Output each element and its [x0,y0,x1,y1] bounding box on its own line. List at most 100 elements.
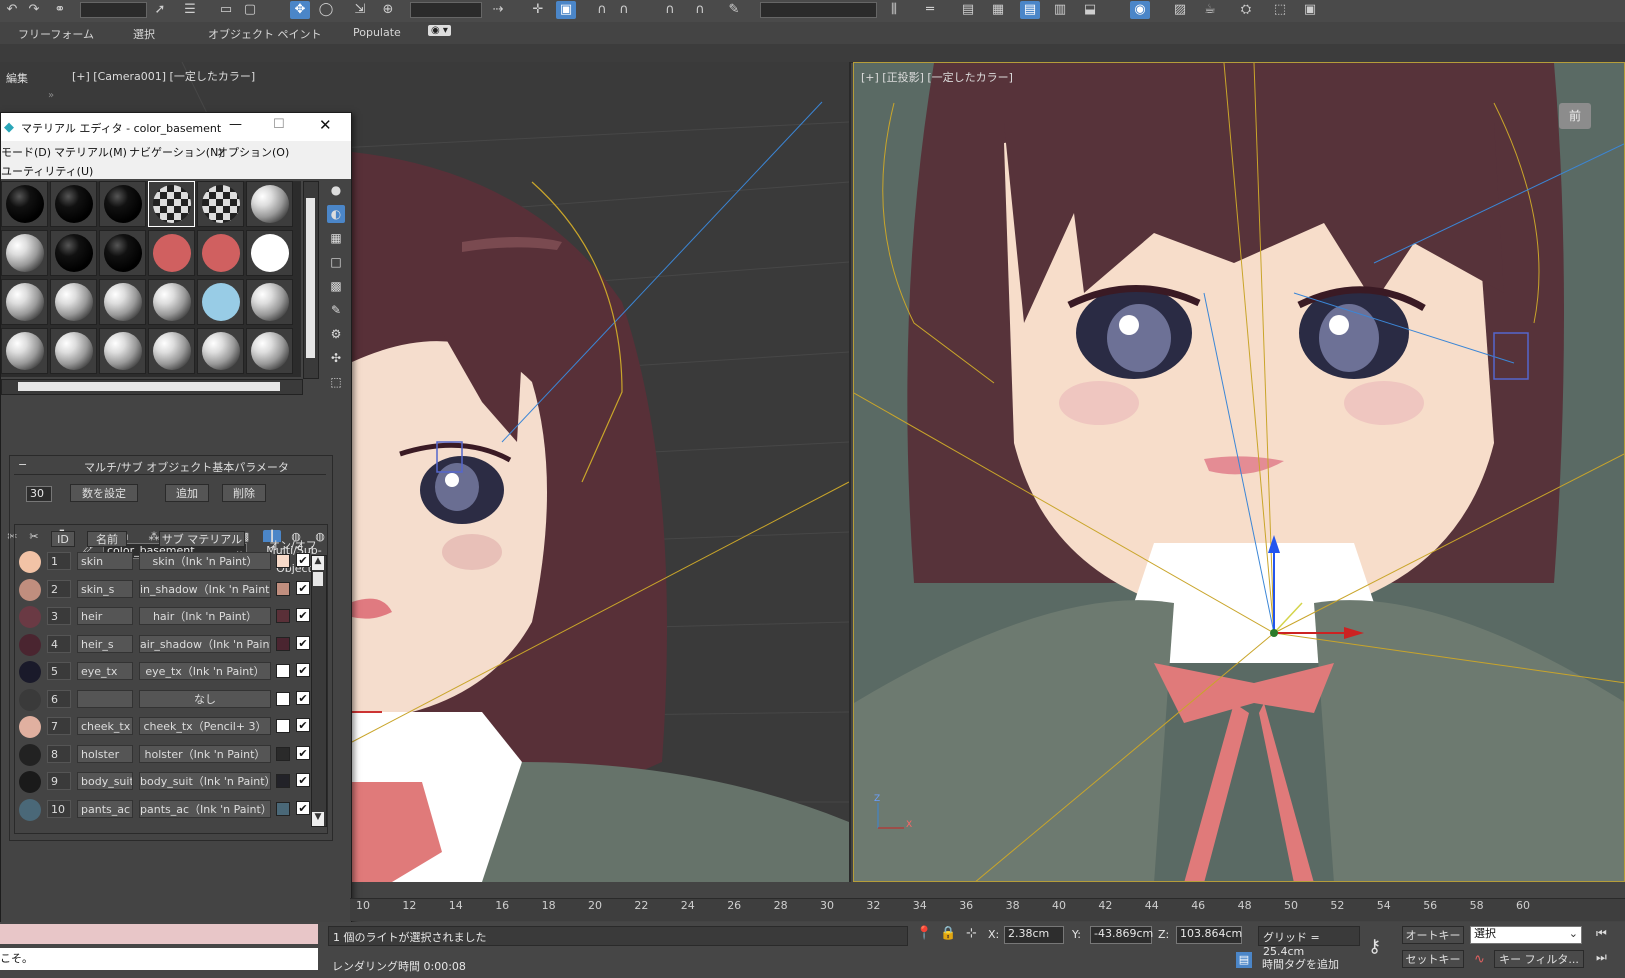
sample-slot[interactable] [148,328,195,374]
absolute-mode-icon[interactable]: ⊹ [966,926,977,941]
backlight-icon[interactable]: ◐ [327,205,345,223]
rollout-header[interactable]: − マルチ/サブ オブジェクト基本パラメータ [14,458,326,475]
sub-material-id[interactable]: 6 [47,689,71,708]
sub-material-color-swatch[interactable] [276,554,290,568]
sample-slot[interactable] [197,230,244,276]
sample-uv-icon[interactable]: □ [327,253,345,271]
sub-material-id[interactable]: 1 [47,552,71,570]
sample-slot[interactable] [197,279,244,325]
named-selection-dropdown[interactable] [760,2,877,18]
sample-slot[interactable] [99,328,146,374]
expand-chevron-icon[interactable]: » [48,90,54,101]
sample-slot[interactable] [50,279,97,325]
camera-viewport-label[interactable]: [+] [Camera001] [一定したカラー] [72,68,255,84]
chevron-down-icon[interactable]: ⌄ [1569,927,1578,941]
sub-material-button[interactable]: in_shadow（Ink 'n Paint） [139,579,271,598]
schematic-icon[interactable]: ▥ [1050,1,1070,19]
sample-slot-active[interactable] [148,181,195,227]
sub-material-color-swatch[interactable] [276,774,290,788]
key-icon[interactable]: ⚷ [1368,936,1381,957]
sub-material-name-field[interactable]: heir [77,607,133,625]
set-key-button[interactable]: セットキー [1402,950,1464,968]
sub-material-color-swatch[interactable] [276,746,290,761]
sub-material-button[interactable]: skin（Ink 'n Paint） [139,552,271,570]
sample-slot[interactable] [148,279,195,325]
align-icon[interactable]: ═ [920,1,940,19]
sub-material-row[interactable]: 9 body_suit body_suit（Ink 'n Paint） ✔ [19,769,319,795]
sub-material-color-swatch[interactable] [276,801,290,816]
sub-material-id[interactable]: 8 [47,744,71,763]
sub-material-thumbnail[interactable] [19,743,41,766]
spinner-snap-icon[interactable]: ∩ [660,1,680,19]
sample-slot[interactable] [50,328,97,374]
sample-slot[interactable] [1,230,48,276]
sample-slot[interactable] [197,181,244,227]
ribbon-options-icon[interactable]: ◉ ▾ [428,25,451,36]
scroll-down-icon[interactable]: ▼ [312,812,324,826]
timeline-ruler[interactable]: 10 12 14 16 18 20 22 24 26 28 30 32 34 36 38 40 42 44 46 48… [350,898,1625,921]
select-by-material-icon[interactable]: ✣ [327,349,345,367]
curve-editor-icon[interactable]: ▤ [1020,1,1040,19]
sub-material-thumbnail[interactable] [19,551,41,573]
sort-by-name-button[interactable]: 名前 [87,531,127,547]
rotate-icon[interactable]: ◯ [316,1,336,19]
move-icon[interactable]: ✥ [290,1,310,19]
ribbon-icon[interactable]: ▦ [988,1,1008,19]
sub-material-row[interactable]: 6 なし ✔ [19,687,319,713]
sub-material-name-field[interactable]: cheek_tx [77,717,133,735]
key-filters-button[interactable]: キー フィルタ... [1494,950,1584,968]
sample-slot[interactable] [246,230,293,276]
key-selection-dropdown[interactable]: 選択 ⌄ [1470,926,1582,944]
delete-button[interactable]: 削除 [222,484,266,502]
sub-material-name-field[interactable] [77,689,133,708]
pivot-icon[interactable]: ⊕ [378,1,398,19]
material-editor-icon[interactable]: ◉ [1130,1,1150,19]
sub-material-name-field[interactable]: skin [77,552,133,570]
sample-slot[interactable] [50,181,97,227]
sample-slot[interactable] [99,181,146,227]
key-mode-icon[interactable]: ⏭ [1596,950,1607,965]
sub-material-thumbnail[interactable] [19,633,41,656]
menu-navigation[interactable]: ナビゲーション(N) [129,144,223,160]
edit-named-sel-icon[interactable]: ✎ [724,1,744,19]
sub-material-id[interactable]: 2 [47,579,71,598]
set-count-button[interactable]: 数を設定 [70,484,138,502]
rect-region-icon[interactable]: ▭ [216,1,236,19]
magnet-icon[interactable]: ∩ [690,1,710,19]
make-preview-icon[interactable]: ✎ [327,301,345,319]
sample-type-icon[interactable]: ● [327,181,345,199]
sub-material-row[interactable]: 4 heir_s air_shadow（Ink 'n Paint） ✔ [19,632,319,658]
menu-mode[interactable]: モード(D) [1,144,51,160]
sample-slot[interactable] [246,328,293,374]
material-map-navigator-icon[interactable]: ⬚ [327,373,345,391]
sub-material-enabled-checkbox[interactable]: ✔ [296,608,310,622]
sub-material-button[interactable]: pants_ac（Ink 'n Paint） [139,799,271,818]
window-crossing-icon[interactable]: ▢ [240,1,260,19]
list-scrollbar[interactable]: ▲ ▼ [311,555,327,827]
ribbon-tab-populate[interactable]: Populate [353,26,401,39]
add-button[interactable]: 追加 [165,484,209,502]
sub-material-id[interactable]: 5 [47,662,71,680]
sub-material-thumbnail[interactable] [19,798,41,821]
sort-by-id-button[interactable]: ID [51,531,75,547]
sub-material-enabled-checkbox[interactable]: ✔ [296,718,310,732]
sample-slot[interactable] [99,279,146,325]
collapse-icon[interactable]: − [18,458,27,471]
sub-material-enabled-checkbox[interactable]: ✔ [296,635,310,650]
menu-material[interactable]: マテリアル(M) [54,144,127,160]
sample-slot[interactable] [197,328,244,374]
sample-slot[interactable] [99,230,146,276]
scrollbar-thumb[interactable] [306,198,315,358]
selection-filter-dropdown[interactable] [80,2,147,18]
viewcube[interactable]: 前 [1559,103,1591,129]
select-icon[interactable]: ➚ [150,1,170,19]
render-iterative-icon[interactable]: ⬚ [1270,1,1290,19]
sub-material-thumbnail[interactable] [19,688,41,711]
video-color-check-icon[interactable]: ▩ [327,277,345,295]
sub-material-color-swatch[interactable] [276,719,290,733]
sub-material-row[interactable]: 1 skin skin（Ink 'n Paint） ✔ [19,549,319,575]
sample-slot[interactable] [1,181,48,227]
sub-material-color-swatch[interactable] [276,609,290,623]
material-count-field[interactable]: 30 [26,486,52,502]
sample-slot[interactable] [1,328,48,374]
